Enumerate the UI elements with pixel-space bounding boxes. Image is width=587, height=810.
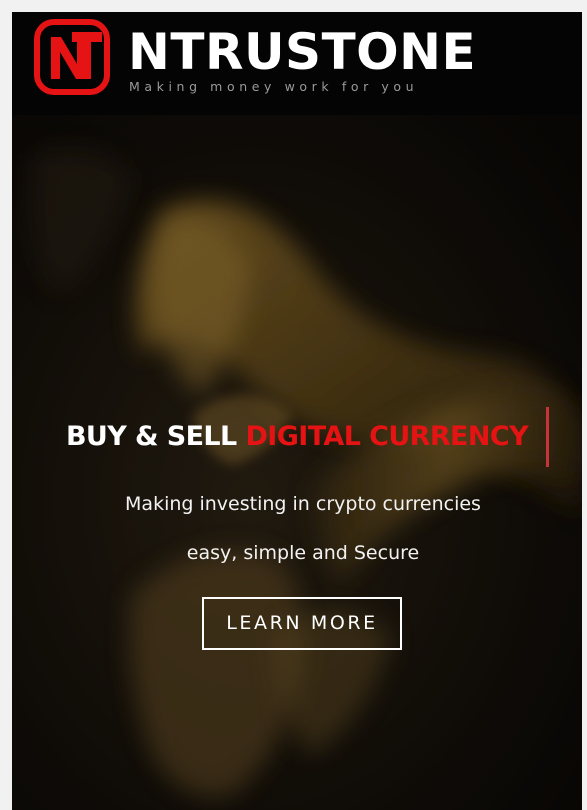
learn-more-button[interactable]: LEARN MORE: [202, 597, 402, 650]
browser-viewport: NTRUSTONE Making money work for you BUY …: [12, 12, 582, 810]
headline-buy-sell: BUY & SELL: [65, 421, 246, 452]
brand-tagline: Making money work for you: [129, 79, 419, 94]
brand-name[interactable]: NTRUSTONE: [128, 22, 476, 82]
brand-logo-icon[interactable]: [34, 19, 110, 95]
hero-background-image: [12, 115, 582, 810]
hero-subtitle-line2: easy, simple and Secure: [186, 542, 420, 564]
typing-cursor: [546, 407, 549, 467]
hero-banner: BUY & SELL DIGITAL CURRENCY Making inves…: [12, 115, 582, 810]
headline-digital-currency: DIGITAL CURRENCY: [245, 421, 529, 452]
hero-headline: BUY & SELL DIGITAL CURRENCY: [12, 418, 582, 456]
hero-subtitle-line1: Making investing in crypto currencies: [125, 493, 481, 515]
site-header: NTRUSTONE Making money work for you: [12, 12, 582, 115]
